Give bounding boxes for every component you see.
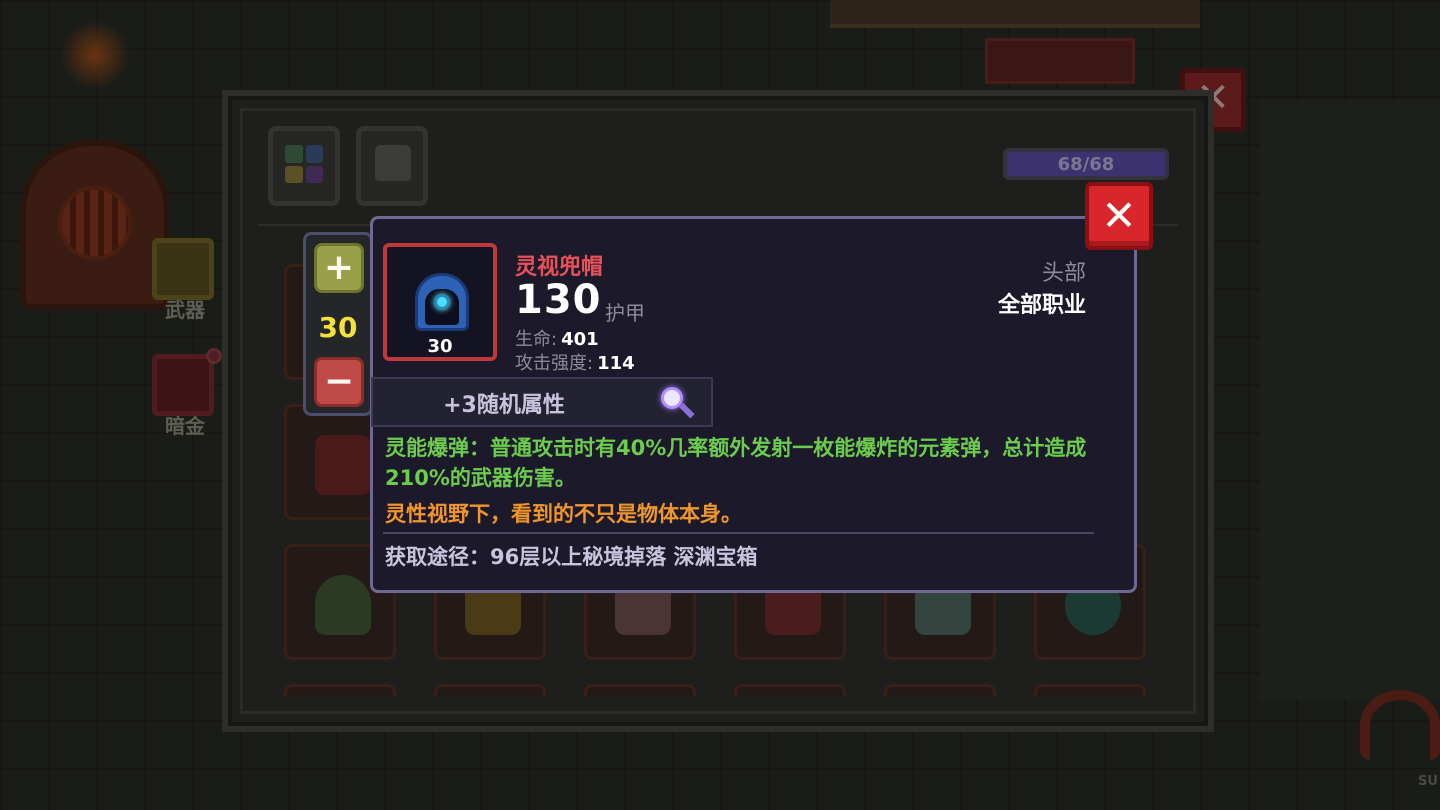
decrease-button[interactable]: − [314, 357, 364, 407]
item-slot[interactable] [734, 684, 846, 696]
capacity-bar-text: 68/68 [1057, 154, 1115, 175]
capacity-bar: 68/68 [1003, 148, 1169, 180]
item-slot[interactable] [1034, 684, 1146, 696]
watermark-logo: SU [1418, 774, 1438, 789]
helmet-item-icon [315, 435, 371, 495]
stat-label: 攻击强度: [515, 353, 594, 374]
item-slot[interactable] [884, 684, 996, 696]
item-level: 30 [427, 336, 453, 357]
item-icon-frame: 30 [383, 243, 497, 361]
stat-value: 401 [561, 329, 599, 350]
item-source: 获取途径：96层以上秘境掉落 深渊宝箱 [385, 545, 758, 569]
grid-icon [285, 145, 323, 183]
dark-gold-tab-icon [152, 354, 214, 416]
popup-close-button[interactable]: ✕ [1085, 182, 1153, 250]
stat-value: 114 [597, 353, 635, 374]
item-effect-text: 灵能爆弹：普通攻击时有40%几率额外发射一枚能爆炸的元素弹，总计造成210%的武… [385, 436, 1087, 490]
side-tab-dark-gold[interactable]: 暗金 [140, 348, 230, 438]
top-red-button [985, 38, 1135, 84]
random-attributes-label: +3随机属性 [443, 393, 565, 418]
class-restriction: 全部职业 [997, 293, 1086, 318]
magnifier-icon [659, 387, 697, 423]
swirl-decoration [1360, 690, 1440, 760]
top-decoration [830, 0, 1200, 28]
increase-button[interactable]: + [314, 243, 364, 293]
quantity-value: 30 [318, 311, 358, 344]
equipment-slot-type: 头部 [1041, 261, 1086, 286]
notification-dot [206, 348, 222, 364]
weapon-tab-icon [152, 238, 214, 300]
side-tab-weapon[interactable]: 武器 [140, 232, 230, 322]
item-slot[interactable] [284, 684, 396, 696]
side-tab-dark-gold-label: 暗金 [165, 414, 205, 438]
armor-value: 130 [515, 277, 602, 323]
quantity-stepper: + 30 − [303, 232, 373, 416]
hood-icon [415, 273, 469, 335]
torch-glow [60, 20, 130, 90]
random-attributes-button[interactable]: +3随机属性 [371, 377, 713, 427]
item-slot[interactable] [584, 684, 696, 696]
door-grill [58, 186, 132, 260]
green-helmet-item-icon [315, 575, 371, 635]
right-background-panel [1260, 100, 1440, 700]
category-all-button[interactable] [268, 126, 340, 206]
armor-label: 护甲 [605, 301, 645, 325]
item-detail-popup: 30 灵视兜帽 130 护甲 生命: 401 攻击强度: 114 头部 全部职业 +… [370, 216, 1137, 593]
armor-icon [375, 145, 411, 181]
category-armor-button[interactable] [356, 126, 428, 206]
item-flavor-text: 灵性视野下，看到的不只是物体本身。 [385, 502, 742, 526]
close-icon: ✕ [1101, 191, 1137, 240]
stat-label: 生命: [515, 329, 558, 350]
stat-row-attack: 攻击强度: 114 [515, 349, 635, 375]
minus-icon: − [323, 361, 355, 402]
popup-divider [383, 532, 1094, 534]
item-slot[interactable] [434, 684, 546, 696]
side-tab-weapon-label: 武器 [165, 298, 205, 322]
plus-icon: + [323, 247, 355, 288]
stat-row-hp: 生命: 401 [515, 325, 599, 351]
